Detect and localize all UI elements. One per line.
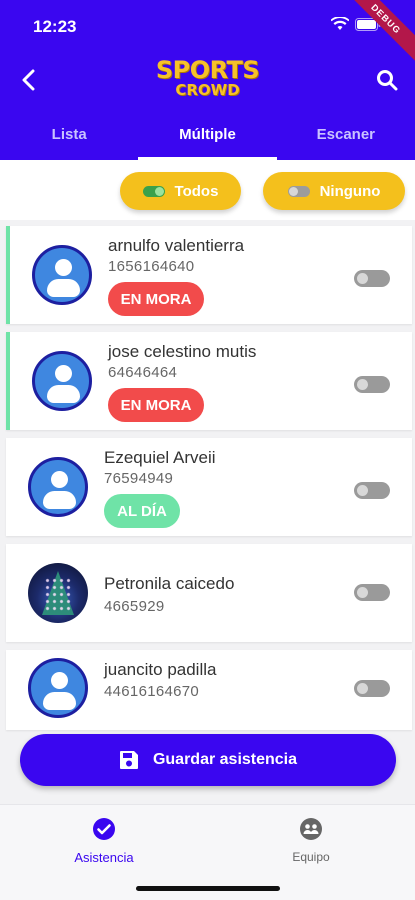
- nav-asistencia-label: Asistencia: [74, 850, 134, 865]
- member-card[interactable]: jose celestino mutis 64646464 EN MORA: [6, 332, 412, 430]
- tab-bar: Lista Múltiple Escaner: [0, 116, 415, 160]
- nav-equipo-label: Equipo: [292, 850, 330, 864]
- nav-equipo[interactable]: Equipo: [251, 817, 371, 864]
- user-icon-body: [43, 692, 76, 710]
- member-id: 44616164670: [104, 683, 200, 700]
- member-id: 64646464: [108, 364, 178, 381]
- member-id: 76594949: [104, 470, 174, 487]
- wifi-icon: [331, 17, 349, 30]
- chevron-left-icon: [22, 69, 35, 91]
- team-icon: [300, 818, 322, 840]
- avatar-photo: [28, 563, 88, 623]
- member-name: juancito padilla: [104, 660, 217, 679]
- avatar: [28, 457, 88, 517]
- search-icon: [377, 70, 398, 91]
- logo-line1: SPORTS: [155, 56, 260, 84]
- user-icon-body: [43, 491, 76, 509]
- search-button[interactable]: [373, 66, 401, 94]
- member-name: jose celestino mutis: [108, 342, 257, 361]
- tab-multiple[interactable]: Múltiple: [138, 116, 277, 160]
- member-name: Ezequiel Arveii: [104, 448, 216, 467]
- back-button[interactable]: [14, 66, 42, 94]
- user-icon: [51, 471, 68, 488]
- save-attendance-button[interactable]: Guardar asistencia: [20, 734, 396, 786]
- tree-lights: [44, 577, 72, 613]
- member-id: 1656164640: [108, 258, 195, 275]
- toggle-off-icon: [287, 185, 310, 197]
- avatar: [32, 245, 92, 305]
- user-icon-body: [47, 279, 80, 297]
- avatar: [32, 351, 92, 411]
- app-header: 12:23 DEBUG SPORTS CROWD Lista Múltiple …: [0, 0, 415, 160]
- status-badge: AL DÍA: [104, 494, 180, 528]
- user-icon: [51, 672, 68, 689]
- attendance-toggle[interactable]: [354, 270, 390, 287]
- select-none-button[interactable]: Ninguno: [263, 172, 405, 210]
- app-logo: SPORTS CROWD: [150, 58, 265, 104]
- select-none-label: Ninguno: [319, 182, 381, 200]
- avatar: [28, 658, 88, 718]
- user-icon: [55, 259, 72, 276]
- member-card[interactable]: Petronila caicedo 4665929: [6, 544, 412, 642]
- member-card[interactable]: juancito padilla 44616164670: [6, 650, 412, 730]
- status-badge: EN MORA: [108, 282, 204, 316]
- floppy-disk-icon: [119, 751, 138, 769]
- member-name: Petronila caicedo: [104, 574, 235, 593]
- status-time: 12:23: [33, 17, 77, 36]
- home-indicator: [136, 886, 280, 891]
- save-attendance-label: Guardar asistencia: [152, 751, 298, 768]
- logo-line2: CROWD: [175, 81, 240, 99]
- member-card[interactable]: Ezequiel Arveii 76594949 AL DÍA: [6, 438, 412, 536]
- user-icon: [55, 365, 72, 382]
- attendance-toggle[interactable]: [354, 482, 390, 499]
- tab-escaner[interactable]: Escaner: [277, 116, 415, 160]
- member-id: 4665929: [104, 598, 165, 615]
- status-badge: EN MORA: [108, 388, 204, 422]
- tab-lista[interactable]: Lista: [0, 116, 138, 160]
- member-card[interactable]: arnulfo valentierra 1656164640 EN MORA: [6, 226, 412, 324]
- filter-bar: Todos Ninguno: [0, 160, 415, 220]
- nav-asistencia[interactable]: Asistencia: [44, 817, 164, 865]
- select-all-label: Todos: [174, 182, 219, 200]
- debug-banner: DEBUG: [340, 0, 415, 65]
- toggle-on-icon: [142, 185, 165, 197]
- user-icon-body: [47, 385, 80, 403]
- member-name: arnulfo valentierra: [108, 236, 245, 255]
- check-circle-icon: [93, 818, 115, 840]
- select-all-button[interactable]: Todos: [120, 172, 241, 210]
- attendance-toggle[interactable]: [354, 376, 390, 393]
- attendance-toggle[interactable]: [354, 584, 390, 601]
- attendance-toggle[interactable]: [354, 680, 390, 697]
